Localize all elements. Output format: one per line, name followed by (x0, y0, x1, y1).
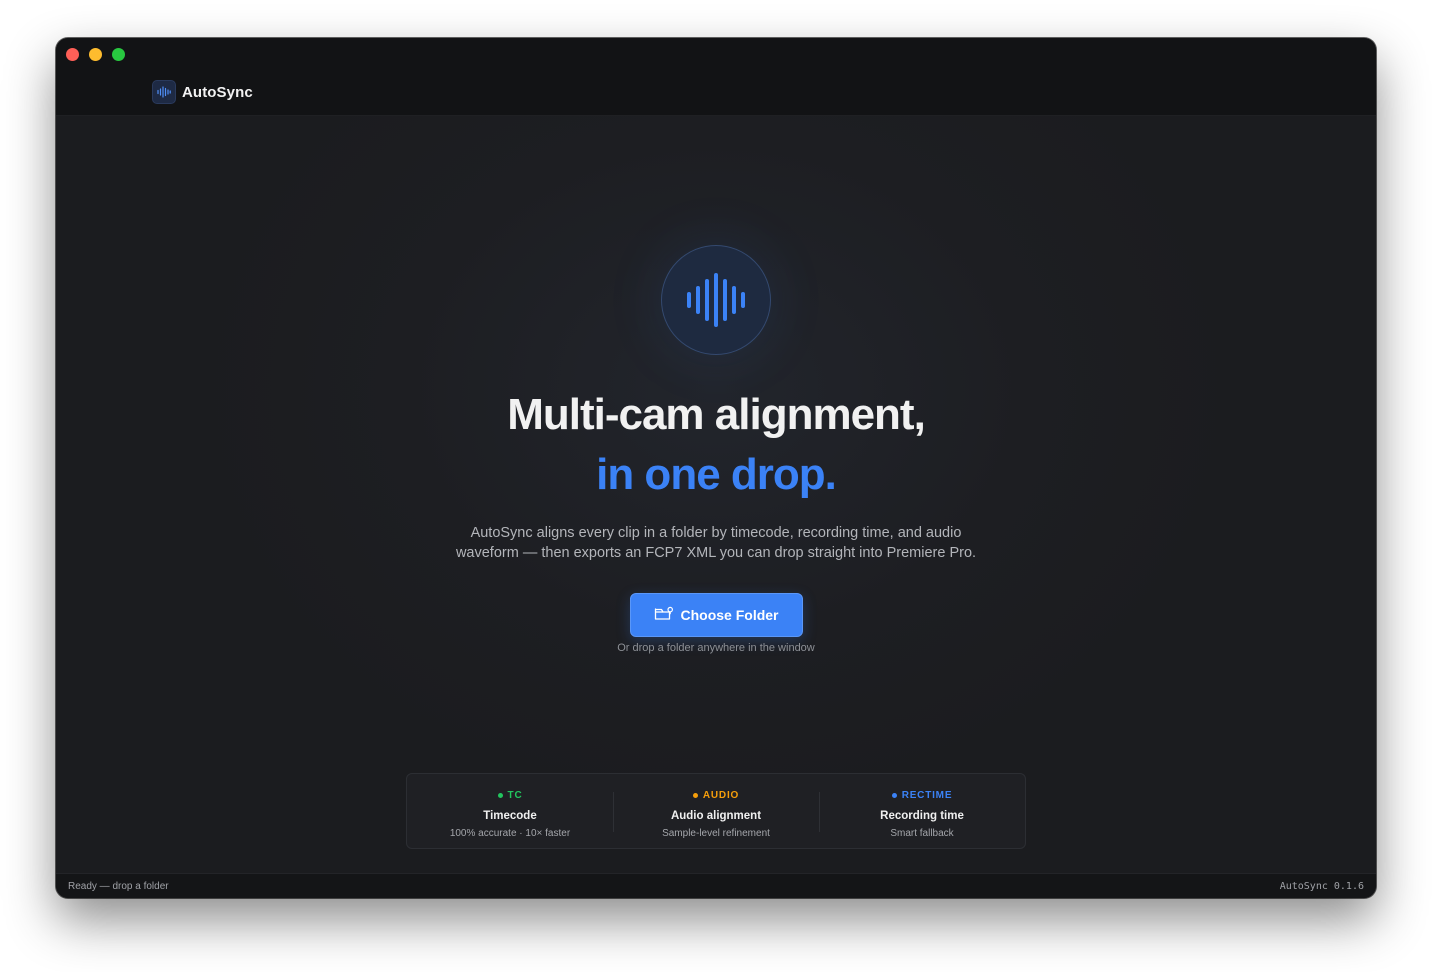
waveform-logo-icon (152, 80, 176, 104)
feature-audio: AUDIO Audio alignment Sample-level refin… (613, 774, 819, 848)
feature-title: Timecode (483, 810, 537, 822)
waveform-icon (661, 245, 771, 355)
status-dot-icon (497, 793, 503, 798)
headline-accent: in one drop. (596, 450, 837, 499)
feature-timecode: TC Timecode 100% accurate · 10× faster (407, 774, 613, 848)
choose-folder-button[interactable]: Choose Folder (630, 593, 803, 637)
feature-tag: RECTIME (891, 790, 953, 801)
hero-description: AutoSync aligns every clip in a folder b… (455, 525, 977, 561)
status-bar: Ready — drop a folder AutoSync 0.1.6 (56, 873, 1376, 898)
feature-subtitle: Smart fallback (890, 828, 954, 839)
status-dot-icon (891, 793, 897, 798)
status-text: Ready — drop a folder (68, 881, 169, 892)
headline: Multi-cam alignment, (507, 390, 926, 439)
close-window-button[interactable] (66, 48, 79, 61)
feature-subtitle: Sample-level refinement (662, 828, 770, 839)
title-bar: AutoSync (56, 38, 1376, 116)
feature-tag-label: TC (507, 790, 523, 801)
status-dot-icon (692, 793, 698, 798)
drop-zone[interactable]: Multi-cam alignment, in one drop. AutoSy… (56, 116, 1376, 873)
feature-title: Recording time (880, 810, 964, 822)
feature-title: Audio alignment (670, 810, 762, 822)
app-name: AutoSync (182, 83, 253, 101)
feature-tag: TC (497, 790, 523, 801)
app-window: AutoSync Multi-cam alignment, in one dro… (56, 38, 1376, 898)
folder-icon (654, 606, 674, 624)
version-label: AutoSync 0.1.6 (1279, 881, 1364, 892)
app-brand: AutoSync (152, 80, 253, 104)
feature-tag: AUDIO (692, 790, 740, 801)
feature-strip: TC Timecode 100% accurate · 10× faster A… (406, 773, 1026, 849)
zoom-window-button[interactable] (112, 48, 125, 61)
feature-tag-label: RECTIME (901, 790, 953, 801)
minimize-window-button[interactable] (89, 48, 102, 61)
drop-hint: Or drop a folder anywhere in the window (617, 642, 815, 654)
choose-folder-label: Choose Folder (680, 607, 779, 623)
feature-tag-label: AUDIO (702, 790, 740, 801)
feature-rectime: RECTIME Recording time Smart fallback (819, 774, 1025, 848)
feature-subtitle: 100% accurate · 10× faster (449, 828, 571, 839)
